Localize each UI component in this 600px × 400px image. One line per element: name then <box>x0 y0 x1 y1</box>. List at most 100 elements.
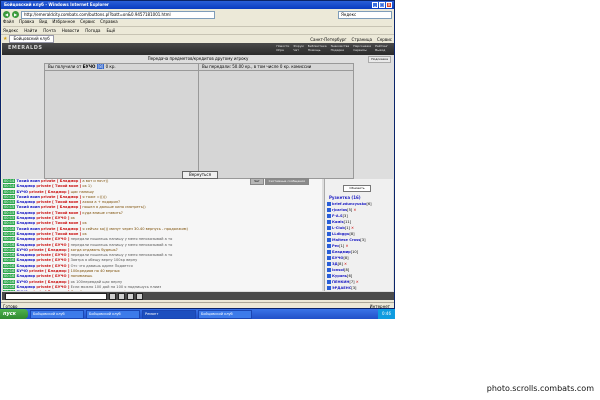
battle-icon[interactable]: ✕ <box>351 226 354 230</box>
chat-private[interactable]: private [ Бладмир ] <box>29 280 69 284</box>
minimize-button[interactable]: _ <box>372 2 378 8</box>
chat-nick[interactable]: Бладмир <box>17 221 36 225</box>
user-name[interactable]: Кaмis <box>332 220 344 224</box>
game-menu-item[interactable]: Чат <box>293 48 303 52</box>
tab-system-messages[interactable]: Системные сообщения <box>264 178 309 185</box>
hint-button[interactable]: Подсказка <box>368 56 391 63</box>
chat-nick[interactable]: БУЧО <box>17 269 28 273</box>
user-name[interactable]: brief.zduncyusko <box>332 202 366 206</box>
link-yandex[interactable]: Яндекс <box>3 28 18 33</box>
chat-private[interactable]: private [ Бладмир ] <box>41 227 81 231</box>
battle-icon[interactable]: ✕ <box>344 262 347 266</box>
chat-nick[interactable]: Тихий воин <box>17 195 40 199</box>
chat-private[interactable]: private [ БУЧО ] <box>36 253 69 257</box>
user-name[interactable]: LLdbggu <box>332 232 349 236</box>
taskbar-item[interactable]: Бойцовский клуб <box>86 309 140 319</box>
chat-private[interactable]: private [ БУЧО ] <box>36 243 69 247</box>
chat-private[interactable]: private [ Бладмир ] <box>29 290 69 291</box>
star-icon[interactable]: ★ <box>3 36 7 42</box>
tb-page[interactable]: Страница <box>352 37 373 42</box>
taskbar-item[interactable]: Ремонт <box>142 309 196 319</box>
chat-private[interactable]: private [ Бладмир ] <box>29 269 69 273</box>
link-find[interactable]: Найти <box>24 28 37 33</box>
menu-view[interactable]: Вид <box>39 19 47 25</box>
chat-nick[interactable]: БУЧО <box>17 190 28 194</box>
chat-private[interactable]: private [ Бладмир ] <box>29 248 69 252</box>
chat-nick[interactable]: Бладмир <box>17 200 36 204</box>
chat-nick[interactable]: БУЧО <box>17 280 28 284</box>
filter-icon[interactable] <box>136 292 143 300</box>
chat-nick[interactable]: Бладмир <box>17 232 36 236</box>
start-button[interactable]: пуск <box>0 309 28 319</box>
chat-private[interactable]: private [ Тихий воин ] <box>36 221 81 225</box>
smiles-icon[interactable] <box>127 292 134 300</box>
chat-nick[interactable]: Тихий воин <box>17 179 40 183</box>
chat-nick[interactable]: Тихий воин <box>17 227 40 231</box>
chat-nick[interactable]: БУЧО <box>17 248 28 252</box>
user-name[interactable]: F-A.S <box>332 214 343 218</box>
tb-city[interactable]: Санкт-Петербург <box>310 37 346 42</box>
user-name[interactable]: ПЕНКИН <box>332 280 349 284</box>
maximize-button[interactable]: □ <box>379 2 385 8</box>
back-button[interactable]: ◀ <box>3 11 10 18</box>
chat-private[interactable]: private [ Бладмир ] <box>41 179 81 183</box>
chat-nick[interactable]: Бладмир <box>17 211 36 215</box>
user-name[interactable]: ionsol <box>332 268 344 272</box>
chat-nick[interactable]: Бладмир <box>17 285 36 289</box>
user-name[interactable]: Курань <box>332 274 347 278</box>
menu-tools[interactable]: Сервис <box>80 19 95 25</box>
user-name[interactable]: rjcarlos <box>332 208 347 212</box>
taskbar-item[interactable]: Бойцовский клуб <box>30 309 84 319</box>
game-menu-item[interactable]: Подарки <box>331 48 350 52</box>
battle-icon[interactable]: ✕ <box>345 244 348 248</box>
chat-private[interactable]: private [ Тихий воин ] <box>36 232 81 236</box>
chat-nick[interactable]: Тихий воин <box>17 205 40 209</box>
menu-edit[interactable]: Правка <box>19 19 34 25</box>
chat-private[interactable]: private [ Тихий воин ] <box>36 184 81 188</box>
user-name[interactable]: L-Club <box>332 226 345 230</box>
chat-private[interactable]: private [ Тихий воин ] <box>36 211 81 215</box>
clear-icon[interactable] <box>118 292 125 300</box>
chat-nick[interactable]: Бладмир <box>17 264 36 268</box>
user-name[interactable]: Бладмир <box>332 250 351 254</box>
link-more[interactable]: Ещё <box>106 28 115 33</box>
menu-favorites[interactable]: Избранное <box>52 19 75 25</box>
chat-nick[interactable]: Бладмир <box>17 274 36 278</box>
search-input[interactable]: Яндекс <box>338 10 392 19</box>
address-bar[interactable]: http://emeraldcity.combats.com/buttons.p… <box>21 10 215 19</box>
chat-private[interactable]: private [ Бладмир ] <box>41 205 81 209</box>
game-menu-item[interactable]: Помощь <box>308 48 327 52</box>
menu-help[interactable]: Справка <box>100 19 118 25</box>
chat-private[interactable]: private [ БУЧО ] <box>36 274 69 278</box>
battle-icon[interactable]: ✕ <box>353 208 356 212</box>
game-menu-item[interactable]: Сервисы <box>353 48 371 52</box>
chat-private[interactable]: private [ Бладмир ] <box>41 195 81 199</box>
refresh-button[interactable]: Обновить <box>343 185 371 192</box>
chat-private[interactable]: private [ БУЧО ] <box>36 258 69 262</box>
chat-private[interactable]: private [ БУЧО ] <box>36 264 69 268</box>
game-menu-item[interactable]: Игра <box>276 48 289 52</box>
battle-icon[interactable]: ✕ <box>356 280 359 284</box>
link-news[interactable]: Новости <box>62 28 79 33</box>
tb-tools[interactable]: Сервис <box>377 37 392 42</box>
chat-nick[interactable]: Бладмир <box>17 216 36 220</box>
chat-input[interactable] <box>5 292 107 300</box>
tab-combats[interactable]: Бойцовский клуб <box>9 35 54 43</box>
game-menu-item[interactable]: Выход <box>375 48 388 52</box>
chat-private[interactable]: private [ БУЧО ] <box>36 237 69 241</box>
forward-button[interactable]: ▶ <box>12 11 19 18</box>
chat-nick[interactable]: Бладмир <box>17 184 36 188</box>
chat-private[interactable]: private [ Бладмир ] <box>29 190 69 194</box>
chat-nick[interactable]: Бладмир <box>17 237 36 241</box>
chat-nick[interactable]: БУЧО <box>17 290 28 291</box>
user-name[interactable]: ЭРДАЕНС <box>332 286 351 290</box>
chat-private[interactable]: private [ Тихий воин ] <box>36 200 81 204</box>
chat-nick[interactable]: Бладмир <box>17 243 36 247</box>
user-name[interactable]: БУЧО <box>332 256 343 260</box>
chat-nick[interactable]: Бладмир <box>17 253 36 257</box>
chat-private[interactable]: private [ БУЧО ] <box>36 216 69 220</box>
tab-chat[interactable]: Чат <box>250 178 264 185</box>
send-icon[interactable] <box>109 292 116 300</box>
return-button[interactable]: Вернуться <box>182 171 218 179</box>
link-weather[interactable]: Погода <box>85 28 100 33</box>
